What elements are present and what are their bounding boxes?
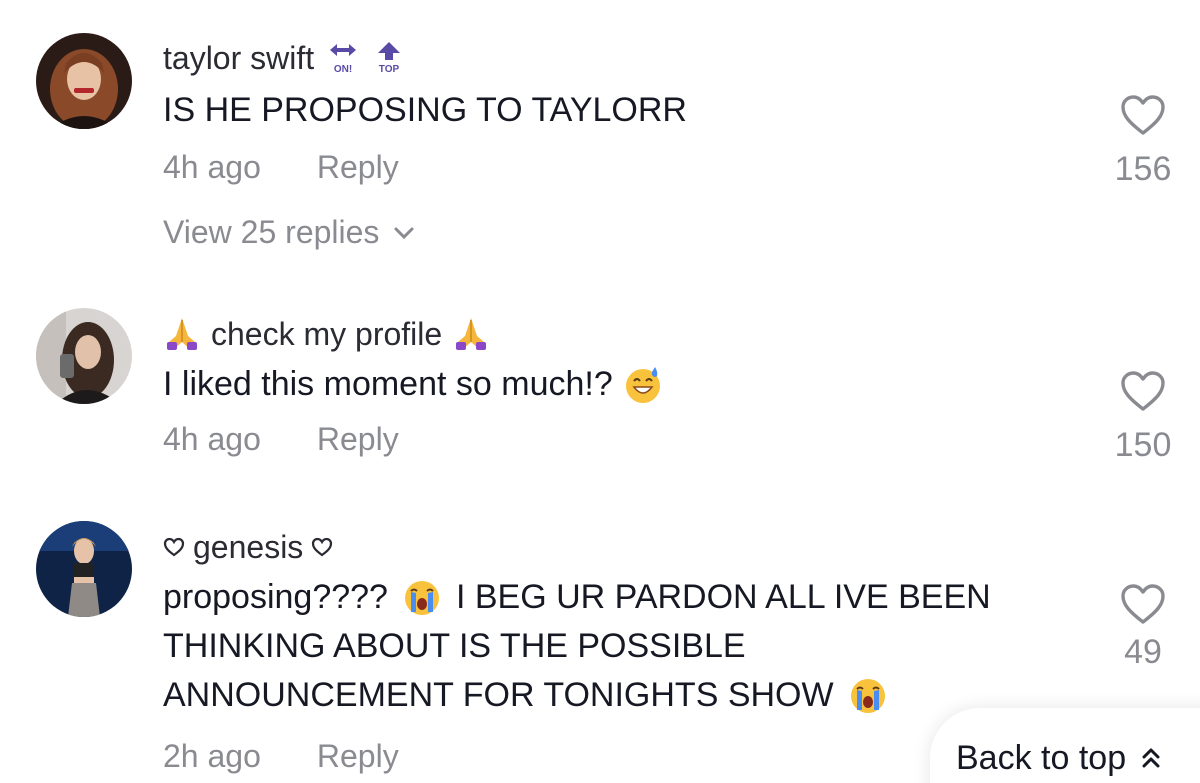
loudly-crying-emoji-icon [850,678,885,713]
swap-arrows-icon: ON! [330,44,357,75]
praying-hands-icon [456,318,487,350]
comment-text: I liked this moment so much!? [163,360,1080,409]
avatar-image [36,308,132,404]
username-text[interactable]: genesis [193,527,303,567]
grinning-sweat-emoji-icon [625,366,660,403]
comment-time: 4h ago [163,149,261,185]
comment-text: IS HE PROPOSING TO TAYLORR [163,91,687,129]
comment-time: 4h ago [163,421,261,457]
comment-username[interactable]: genesis [163,527,1080,567]
like-count: 156 [1114,150,1172,188]
comment-time: 2h ago [163,738,261,774]
view-replies-label[interactable]: View 25 replies [163,214,379,251]
comment-username[interactable]: taylor swift ON! TOP [163,38,1080,78]
comment-text-part1: proposing???? [163,578,388,616]
comment-text-part2: I BEG UR PARDON ALL IVE BEEN [455,578,991,616]
comment-text-content: I liked this moment so much!? [163,365,613,403]
loudly-crying-emoji-icon [404,580,439,615]
badge-top-label: TOP [379,64,400,75]
like-count: 49 [1124,633,1162,671]
comment-meta: 4h ago Reply [163,421,1080,458]
back-to-top-button[interactable]: Back to top [930,708,1200,783]
avatar-image [36,33,132,129]
heart-outline-icon [312,537,333,557]
avatar[interactable] [36,308,132,404]
username-text[interactable]: check my profile [211,314,442,354]
comment-username[interactable]: check my profile [163,314,1080,354]
like-button[interactable]: 49 [1108,583,1178,672]
comment-text-line2: THINKING ABOUT IS THE POSSIBLE [163,627,746,665]
top-arrow-icon: TOP [378,42,401,75]
heart-outline-icon [163,537,185,557]
avatar-image [36,521,132,617]
praying-hands-icon [167,318,197,350]
view-replies-button[interactable]: View 25 replies [163,214,1080,251]
like-button[interactable]: 150 [1108,370,1178,465]
reply-button[interactable]: Reply [317,738,399,775]
comment-meta: 4h ago Reply [163,149,1080,186]
comment-text: proposing???? I BEG UR PARDON ALL IVE BE… [163,573,1080,720]
avatar[interactable] [36,33,132,129]
heart-icon[interactable] [1120,370,1166,412]
reply-button[interactable]: Reply [317,421,399,458]
chevron-down-icon[interactable] [393,226,415,240]
heart-icon[interactable] [1120,94,1166,136]
reply-button[interactable]: Reply [317,149,399,186]
badge-group: ON! TOP [328,41,404,75]
back-to-top-label[interactable]: Back to top [956,739,1126,778]
badge-on-label: ON! [334,64,352,75]
avatar[interactable] [36,521,132,617]
like-count: 150 [1114,426,1172,464]
comment-text-line3: ANNOUNCEMENT FOR TONIGHTS SHOW [163,676,834,714]
username-text[interactable]: taylor swift [163,38,314,78]
heart-icon[interactable] [1120,583,1166,625]
double-chevron-up-icon[interactable] [1140,745,1162,771]
like-button[interactable]: 156 [1108,94,1178,189]
